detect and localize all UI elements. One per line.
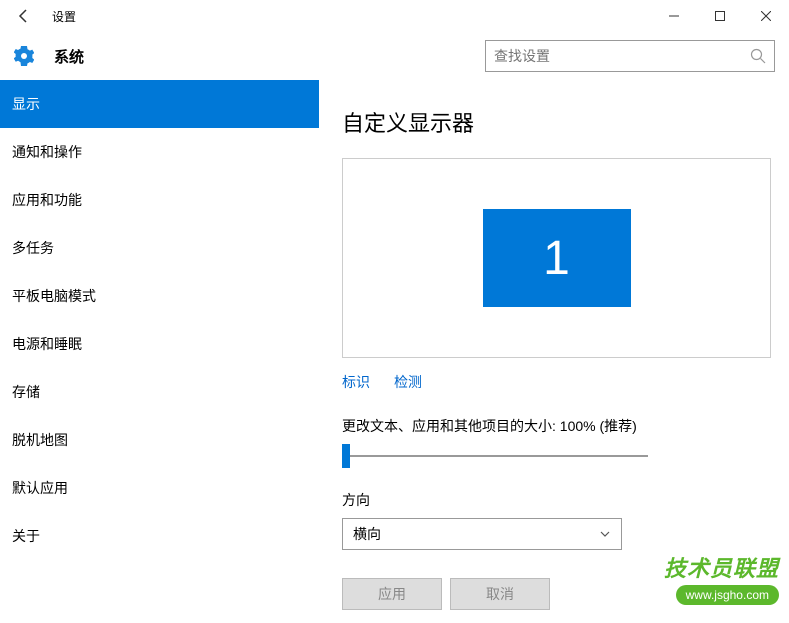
- identify-link[interactable]: 标识: [342, 372, 370, 392]
- cancel-button[interactable]: 取消: [450, 578, 550, 610]
- sidebar-item-power[interactable]: 电源和睡眠: [0, 320, 319, 368]
- slider-track: [342, 455, 648, 457]
- search-icon: [750, 48, 766, 64]
- sidebar-item-display[interactable]: 显示: [0, 80, 319, 128]
- display-arrangement[interactable]: 1: [342, 158, 771, 358]
- sidebar-item-multitask[interactable]: 多任务: [0, 224, 319, 272]
- window-title: 设置: [52, 8, 76, 25]
- sidebar-item-label: 电源和睡眠: [12, 334, 82, 354]
- sidebar-item-default-apps[interactable]: 默认应用: [0, 464, 319, 512]
- slider-thumb[interactable]: [342, 444, 350, 468]
- minimize-button[interactable]: [651, 0, 697, 32]
- back-button[interactable]: [8, 0, 40, 32]
- sidebar-item-label: 默认应用: [12, 478, 68, 498]
- scale-slider[interactable]: [342, 444, 648, 468]
- sidebar: 显示 通知和操作 应用和功能 多任务 平板电脑模式 电源和睡眠 存储 脱机地图 …: [0, 80, 320, 623]
- sidebar-item-label: 显示: [12, 94, 40, 114]
- sidebar-item-storage[interactable]: 存储: [0, 368, 319, 416]
- sidebar-item-label: 脱机地图: [12, 430, 68, 450]
- search-input[interactable]: [494, 48, 750, 64]
- sidebar-item-apps[interactable]: 应用和功能: [0, 176, 319, 224]
- gear-icon: [14, 46, 34, 66]
- sidebar-item-label: 存储: [12, 382, 40, 402]
- maximize-button[interactable]: [697, 0, 743, 32]
- sidebar-item-label: 关于: [12, 526, 40, 546]
- watermark: 技术员联盟 www.jsgho.com: [664, 551, 779, 605]
- apply-button[interactable]: 应用: [342, 578, 442, 610]
- sidebar-item-notifications[interactable]: 通知和操作: [0, 128, 319, 176]
- close-button[interactable]: [743, 0, 789, 32]
- sidebar-item-label: 多任务: [12, 238, 54, 258]
- scale-label: 更改文本、应用和其他项目的大小: 100% (推荐): [342, 416, 771, 436]
- watermark-url: www.jsgho.com: [676, 585, 779, 605]
- sidebar-item-about[interactable]: 关于: [0, 512, 319, 560]
- sidebar-item-label: 应用和功能: [12, 190, 82, 210]
- monitor-tile[interactable]: 1: [483, 209, 631, 307]
- search-box[interactable]: [485, 40, 775, 72]
- header-title: 系统: [54, 46, 84, 67]
- monitor-number: 1: [543, 231, 570, 286]
- watermark-title: 技术员联盟: [664, 551, 779, 583]
- chevron-down-icon: [599, 528, 611, 540]
- sidebar-item-label: 通知和操作: [12, 142, 82, 162]
- apply-label: 应用: [378, 584, 406, 604]
- page-title: 自定义显示器: [342, 106, 771, 138]
- sidebar-item-label: 平板电脑模式: [12, 286, 96, 306]
- orientation-select[interactable]: 横向: [342, 518, 622, 550]
- cancel-label: 取消: [486, 584, 514, 604]
- sidebar-item-tablet[interactable]: 平板电脑模式: [0, 272, 319, 320]
- detect-link[interactable]: 检测: [394, 372, 422, 392]
- orientation-value: 横向: [353, 524, 381, 544]
- sidebar-item-maps[interactable]: 脱机地图: [0, 416, 319, 464]
- orientation-label: 方向: [342, 490, 771, 510]
